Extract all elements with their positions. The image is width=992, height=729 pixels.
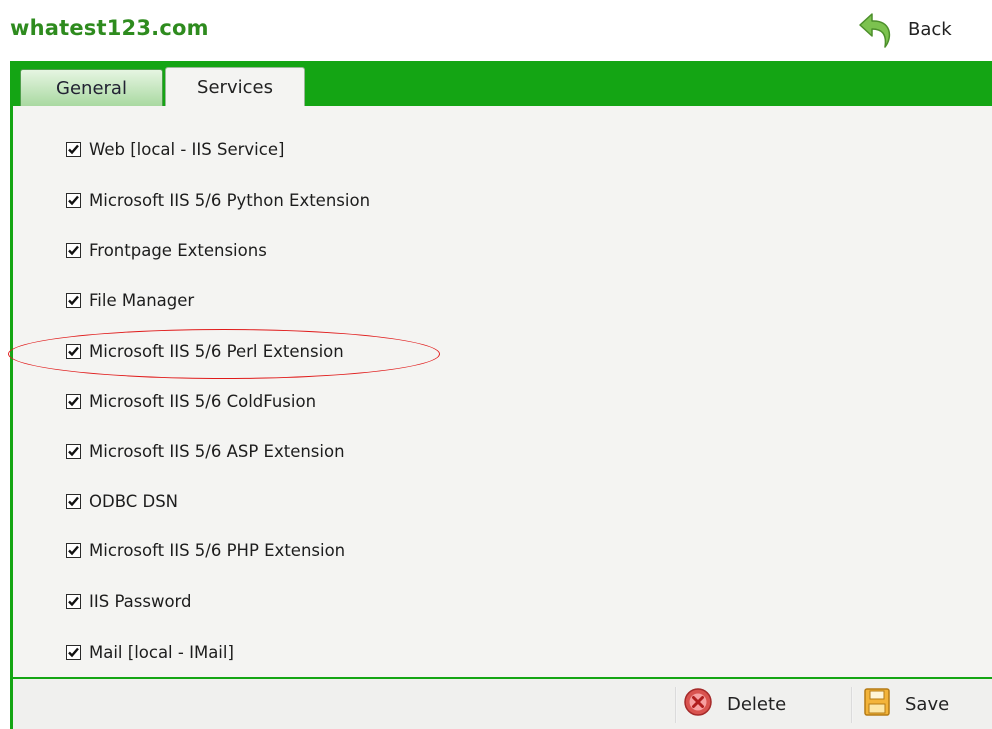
service-label: Frontpage Extensions [89,240,267,260]
service-label: Microsoft IIS 5/6 Perl Extension [89,341,344,361]
web-checkbox[interactable] [66,141,81,157]
service-label: Web [local - IIS Service] [89,139,285,159]
delete-icon [683,687,713,721]
service-row-frontpage[interactable]: Frontpage Extensions [66,238,267,262]
frontpage-checkbox[interactable] [66,242,81,258]
checkmark-icon [68,346,79,356]
service-label: IIS Password [89,591,192,611]
checkmark-icon [68,144,79,154]
delete-label: Delete [727,693,787,715]
checkmark-icon [68,446,79,456]
save-label: Save [905,693,950,715]
toolbar-divider [851,687,853,723]
save-button[interactable]: Save [863,684,949,724]
service-label: Mail [local - IMail] [89,642,234,662]
checkmark-icon [68,245,79,255]
checkmark-icon [68,496,79,506]
footer-toolbar: Delete Save [10,677,992,729]
service-row-asp[interactable]: Microsoft IIS 5/6 ASP Extension [66,439,345,463]
php-checkbox[interactable] [66,542,81,558]
checkmark-icon [68,596,79,606]
service-row-coldfusion[interactable]: Microsoft IIS 5/6 ColdFusion [66,389,316,413]
back-label: Back [908,18,952,40]
tab-services[interactable]: Services [165,67,305,106]
service-label: Microsoft IIS 5/6 ASP Extension [89,441,345,461]
service-label: Microsoft IIS 5/6 ColdFusion [89,391,317,411]
tab-strip: General Services [10,61,992,106]
service-row-file-manager[interactable]: File Manager [66,288,194,312]
checkmark-icon [68,295,79,305]
back-button[interactable]: Back [858,8,978,54]
service-row-perl[interactable]: Microsoft IIS 5/6 Perl Extension [66,339,344,363]
site-title: whatest123.com [10,16,209,40]
toolbar-divider [675,687,677,723]
service-label: ODBC DSN [89,491,179,511]
service-row-php[interactable]: Microsoft IIS 5/6 PHP Extension [66,538,345,562]
perl-checkbox[interactable] [66,343,81,359]
checkmark-icon [68,396,79,406]
iis-password-checkbox[interactable] [66,593,81,609]
delete-button[interactable]: Delete [683,684,786,724]
file-manager-checkbox[interactable] [66,292,81,308]
service-label: File Manager [89,290,195,310]
mail-checkbox[interactable] [66,644,81,660]
tab-general[interactable]: General [20,69,163,106]
back-arrow-icon [858,10,894,52]
checkmark-icon [68,647,79,657]
service-row-python[interactable]: Microsoft IIS 5/6 Python Extension [66,188,370,212]
checkmark-icon [68,195,79,205]
service-label: Microsoft IIS 5/6 Python Extension [89,190,371,210]
asp-checkbox[interactable] [66,443,81,459]
service-row-web[interactable]: Web [local - IIS Service] [66,137,284,161]
services-panel: Web [local - IIS Service] Microsoft IIS … [10,106,992,677]
python-checkbox[interactable] [66,192,81,208]
service-row-mail[interactable]: Mail [local - IMail] [66,640,234,664]
odbc-checkbox[interactable] [66,493,81,509]
checkmark-icon [68,545,79,555]
service-label: Microsoft IIS 5/6 PHP Extension [89,540,346,560]
service-row-odbc[interactable]: ODBC DSN [66,489,178,513]
save-icon [863,687,891,721]
service-row-iis-password[interactable]: IIS Password [66,589,192,613]
coldfusion-checkbox[interactable] [66,393,81,409]
